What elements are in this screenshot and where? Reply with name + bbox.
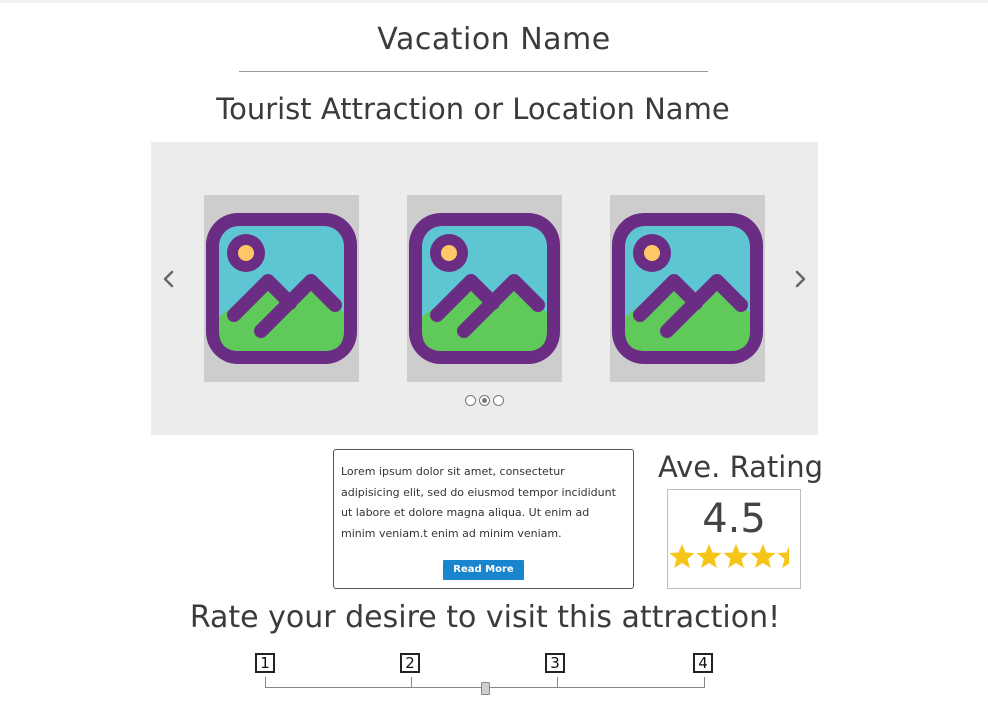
image-carousel — [151, 142, 818, 435]
desire-rating-prompt: Rate your desire to visit this attractio… — [189, 600, 781, 635]
image-placeholder-icon — [612, 213, 763, 364]
slider-tick — [704, 677, 705, 688]
description-card: Lorem ipsum dolor sit amet, consectetur … — [333, 449, 634, 589]
carousel-slide[interactable] — [204, 195, 359, 382]
slider-tick — [411, 677, 412, 688]
title-divider — [239, 71, 708, 72]
pagination-dot[interactable] — [493, 395, 504, 406]
scale-label-2: 2 — [400, 653, 420, 673]
chevron-right-icon[interactable] — [790, 268, 810, 294]
read-more-button[interactable]: Read More — [443, 560, 524, 580]
half-star-icon — [777, 544, 789, 568]
description-text: Lorem ipsum dolor sit amet, consectetur … — [341, 465, 616, 540]
attraction-name-title: Tourist Attraction or Location Name — [216, 92, 730, 126]
chevron-left-icon[interactable] — [159, 268, 179, 294]
star-icon — [696, 544, 722, 568]
pagination-dot-active[interactable] — [479, 395, 490, 406]
rating-box: 4.5 — [667, 489, 801, 589]
pagination-dot[interactable] — [465, 395, 476, 406]
image-placeholder-icon — [409, 213, 560, 364]
carousel-pagination — [465, 395, 504, 407]
slider-tick — [265, 677, 266, 688]
desire-slider-handle[interactable] — [481, 682, 490, 695]
slider-tick — [557, 677, 558, 688]
average-rating-value: 4.5 — [702, 496, 766, 542]
scale-label-3: 3 — [545, 653, 565, 673]
average-rating-label: Ave. Rating — [658, 450, 824, 484]
star-rating — [669, 544, 789, 568]
carousel-slide[interactable] — [610, 195, 765, 382]
image-placeholder-icon — [206, 213, 357, 364]
carousel-slide[interactable] — [407, 195, 562, 382]
scale-label-4: 4 — [693, 653, 713, 673]
star-icon — [750, 544, 776, 568]
scale-label-1: 1 — [255, 653, 275, 673]
top-strip — [0, 0, 988, 3]
star-icon — [723, 544, 749, 568]
star-icon — [669, 544, 695, 568]
vacation-name-title: Vacation Name — [377, 22, 611, 57]
